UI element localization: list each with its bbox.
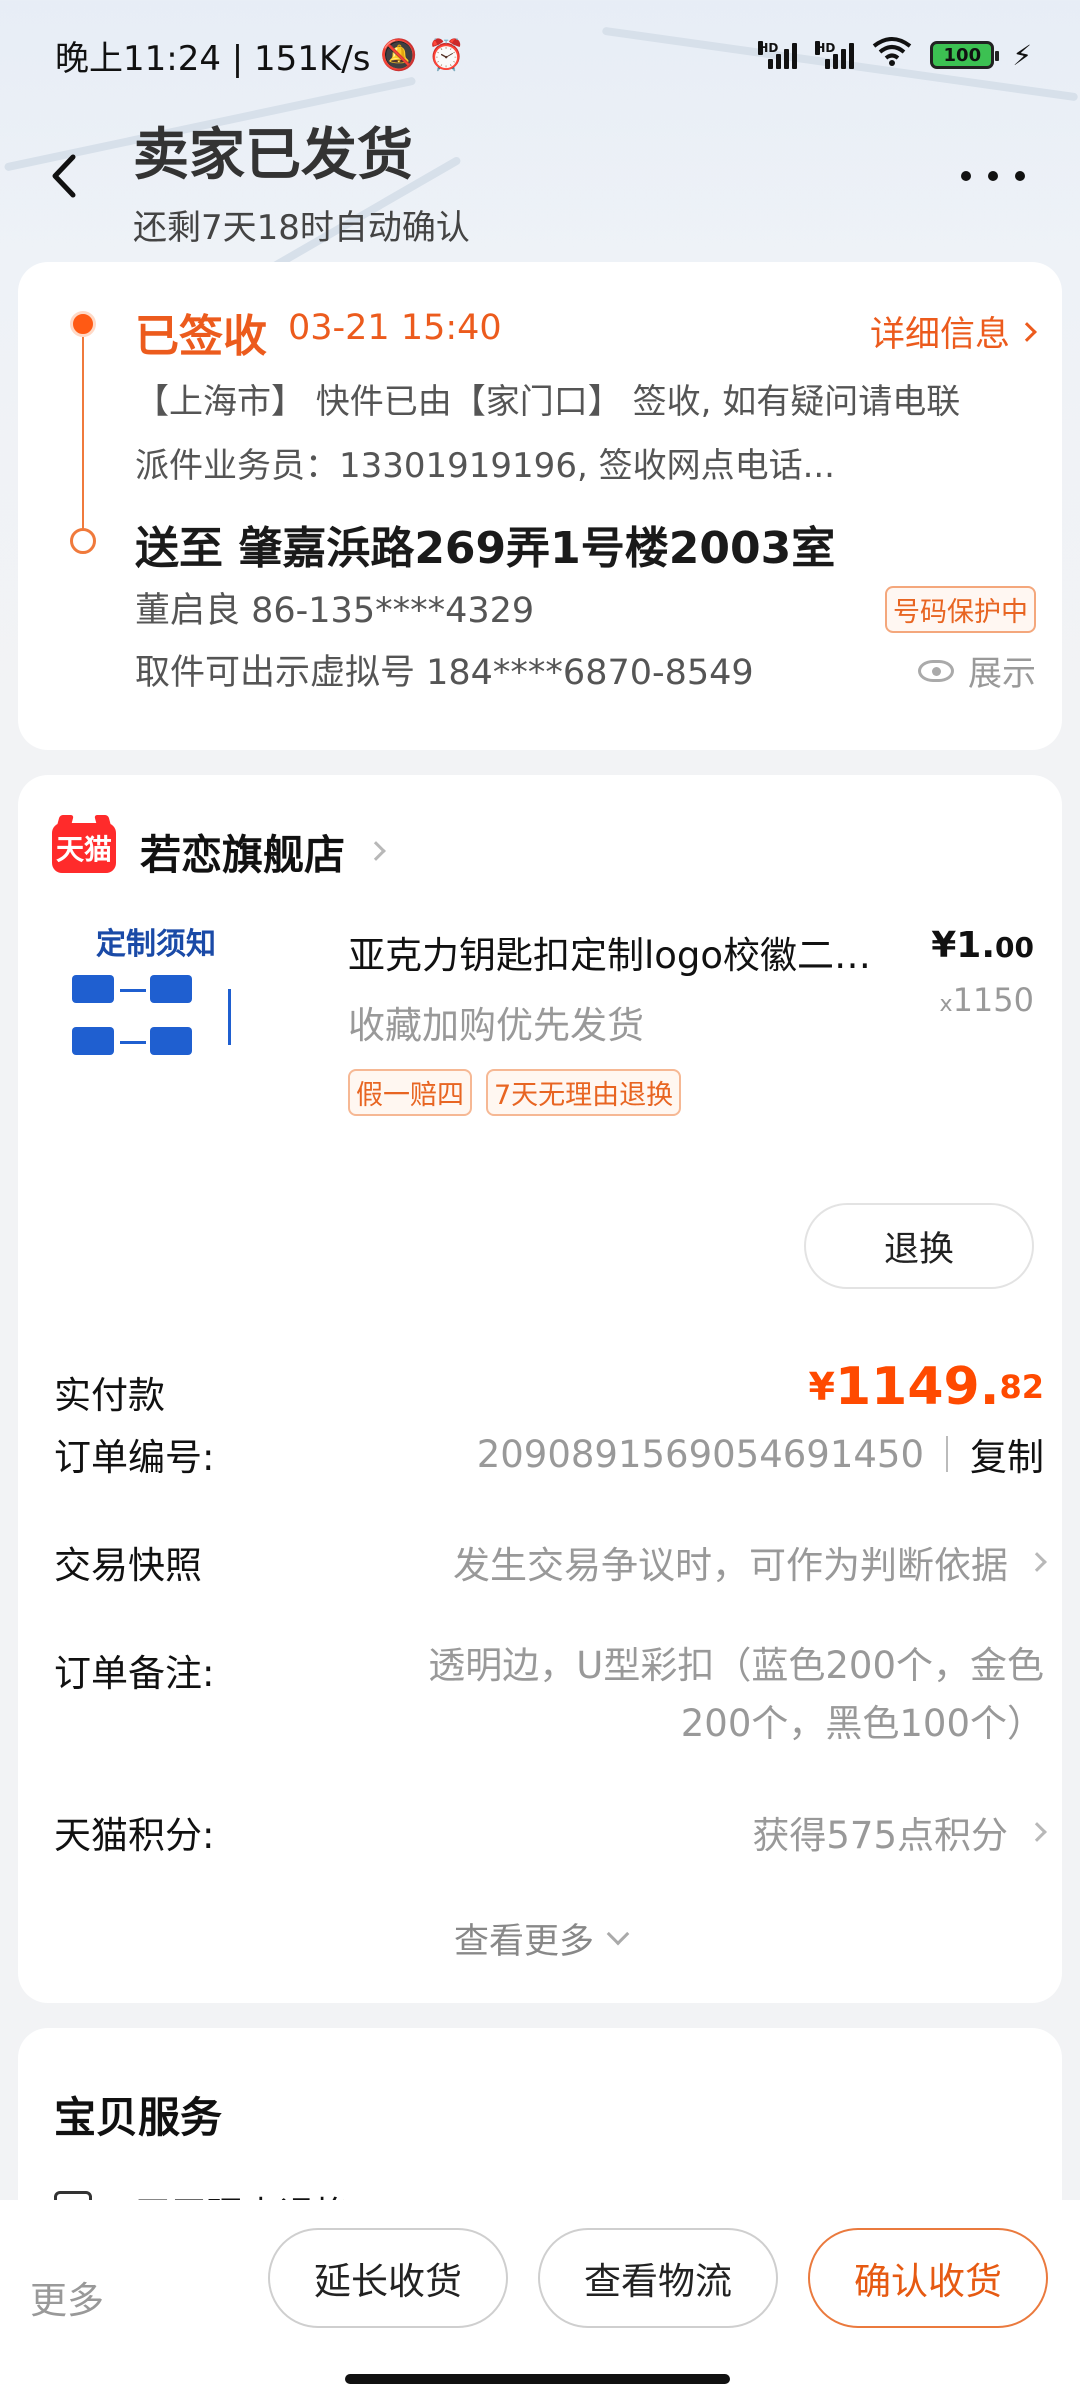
back-button[interactable] (40, 148, 88, 204)
see-more-button[interactable]: 查看更多 (18, 1913, 1062, 1964)
logistics-detail-link[interactable]: 详细信息 (869, 306, 1037, 357)
number-protection-badge: 号码保护中 (885, 586, 1036, 633)
price-main: ¥1. (931, 925, 996, 966)
points-text: 获得575点积分 (752, 1814, 1008, 1857)
product-image[interactable]: 定制须知 (58, 917, 318, 1157)
product-tags: 假一赔四 7天无理由退换 (348, 1069, 682, 1116)
timeline-line (82, 328, 84, 538)
dot (961, 171, 971, 181)
arrow-icon (120, 1041, 146, 1044)
confirm-receipt-button[interactable]: 确认收货 (808, 2228, 1048, 2328)
snapshot-text: 发生交易争议时，可作为判断依据 (453, 1544, 1008, 1587)
service-title: 宝贝服务 (54, 2093, 223, 2142)
remark-value: 透明边，U型彩扣（蓝色200个，金色200个，黑色100个） (428, 1644, 1044, 1745)
step-icon (72, 1027, 114, 1055)
logistics-desc-line: 派件业务员：13301919196, 签收网点电话... (135, 446, 835, 486)
chevron-right-icon (1017, 321, 1037, 342)
eye-icon (918, 659, 954, 682)
dot (988, 171, 998, 181)
chevron-right-icon (1027, 1552, 1047, 1572)
detail-link-label: 详细信息 (869, 315, 1010, 355)
divider (946, 1436, 948, 1472)
bottom-action-bar: 更多 延长收货 查看物流 确认收货 (0, 2200, 1080, 2400)
signal-icon: HD (815, 41, 855, 69)
wifi-icon (872, 35, 912, 75)
product-quantity: x1150 (940, 981, 1034, 1019)
timeline-dot-destination (70, 528, 96, 554)
timeline-dot-current (70, 311, 96, 337)
step-icon (150, 975, 192, 1003)
charging-icon: ⚡ (1012, 38, 1032, 72)
paid-main: 1149. (834, 1357, 1000, 1417)
snapshot-value: 发生交易争议时，可作为判断依据 (453, 1535, 1047, 1589)
tmall-logo-text: 天猫 (55, 833, 112, 866)
paid-amount: ¥1149. 82 (809, 1357, 1044, 1417)
snapshot-label: 交易快照 (54, 1544, 202, 1587)
tmall-logo: 天猫 (52, 823, 116, 873)
status-bar: 晚上11:24 | 151K/s 🔕 ⏰ HD HD 100 ⚡ (0, 0, 1080, 110)
see-more-label: 查看更多 (453, 1922, 594, 1962)
receiver-info: 董启良 86-135****4329 (135, 591, 535, 631)
product-spec: 收藏加购优先发货 (348, 1004, 644, 1047)
view-logistics-button[interactable]: 查看物流 (538, 2228, 778, 2328)
step-icon (72, 975, 114, 1003)
points-value: 获得575点积分 (752, 1805, 1047, 1859)
home-indicator[interactable] (345, 2374, 730, 2384)
chevron-left-icon (52, 154, 76, 198)
order-number-label: 订单编号: (54, 1436, 215, 1479)
order-number-value: 2090891569054691450 复制 (477, 1427, 1044, 1481)
virtual-number: 取件可出示虚拟号 184****6870-8549 (135, 653, 754, 693)
logistics-description: 【上海市】 快件已由【家门口】 签收, 如有疑问请电联 派件业务员：133019… (135, 370, 1055, 498)
step-icon (150, 1027, 192, 1055)
order-number: 2090891569054691450 (476, 1432, 924, 1476)
chevron-down-icon (606, 1922, 630, 1945)
show-label: 展示 (968, 654, 1036, 694)
extend-receipt-button[interactable]: 延长收货 (268, 2228, 508, 2328)
order-card: 天猫 若恋旗舰店 定制须知 亚克力钥匙扣定制logo校徽二次元吧唧制作 ¥1.0… (18, 775, 1062, 2003)
logistics-card[interactable]: 已签收 03-21 15:40 详细信息 【上海市】 快件已由【家门口】 签收,… (18, 262, 1062, 750)
show-number-button[interactable]: 展示 (918, 646, 1036, 695)
paid-yen: ¥ (808, 1365, 835, 1409)
logistics-desc-line: 【上海市】 快件已由【家门口】 签收, 如有疑问请电联 (135, 382, 961, 422)
dot (1015, 171, 1025, 181)
tag-7day-return: 7天无理由退换 (486, 1069, 682, 1116)
mute-icon: 🔕 (380, 37, 418, 73)
battery-icon: 100 (930, 41, 1000, 69)
signal-icon: HD (758, 41, 798, 69)
delivery-address: 送至 肇嘉浜路269弄1号楼2003室 (135, 523, 836, 574)
qty-value: 1150 (952, 981, 1034, 1019)
battery-level: 100 (943, 44, 982, 66)
more-options-button[interactable] (961, 158, 1025, 194)
store-name: 若恋旗舰店 (140, 831, 345, 879)
store-link[interactable]: 若恋旗舰店 (140, 821, 386, 881)
logistics-time: 03-21 15:40 (288, 308, 502, 348)
auto-confirm-countdown: 还剩7天18时自动确认 (133, 208, 470, 248)
copy-button[interactable]: 复制 (970, 1427, 1044, 1481)
refund-exchange-button[interactable]: 退换 (804, 1203, 1034, 1289)
price-cents: 00 (995, 931, 1034, 964)
more-button[interactable]: 更多 (30, 2270, 104, 2324)
arrow-icon (228, 989, 231, 1045)
paid-cents: 82 (999, 1368, 1044, 1406)
product-image-title: 定制须知 (96, 927, 216, 962)
alarm-icon: ⏰ (427, 37, 466, 73)
product-title[interactable]: 亚克力钥匙扣定制logo校徽二次元吧唧制作 (348, 925, 893, 979)
remark-label: 订单备注: (54, 1652, 215, 1695)
status-time: 晚上11:24 | 151K/s (55, 38, 371, 79)
product-price: ¥1.00 (931, 925, 1034, 966)
logistics-status: 已签收 (135, 311, 267, 362)
qty-prefix: x (939, 992, 953, 1017)
chevron-right-icon (1027, 1822, 1047, 1842)
points-label: 天猫积分: (54, 1814, 215, 1857)
chevron-right-icon (366, 841, 386, 861)
tag-fake-compensation: 假一赔四 (348, 1069, 472, 1116)
page-title: 卖家已发货 (133, 123, 413, 188)
paid-label: 实付款 (54, 1374, 165, 1417)
arrow-icon (120, 989, 146, 992)
